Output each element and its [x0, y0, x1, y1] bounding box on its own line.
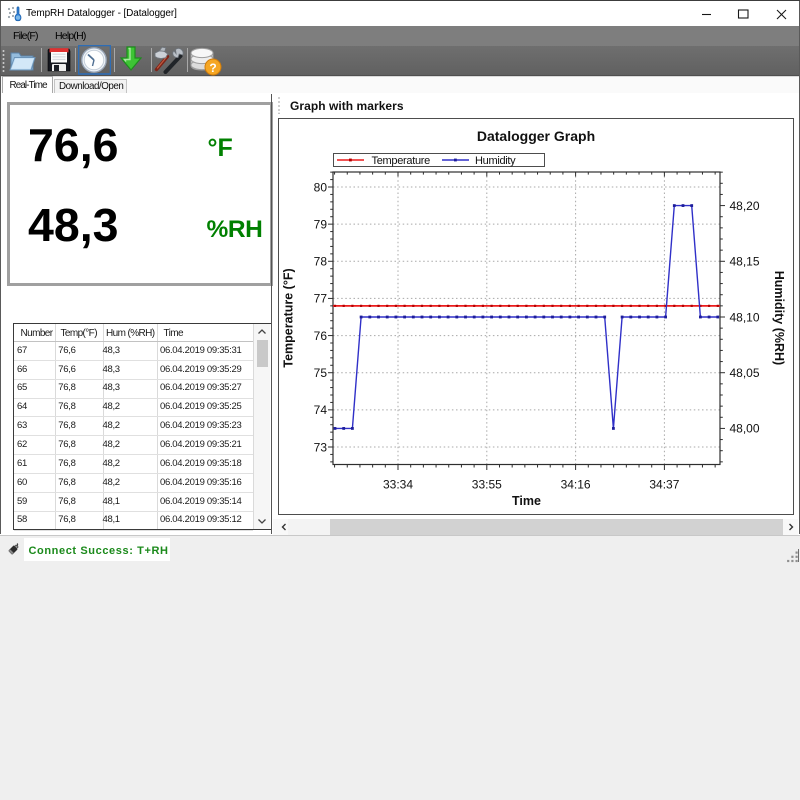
- svg-text:33:55: 33:55: [472, 478, 502, 492]
- svg-text:34:16: 34:16: [561, 478, 591, 492]
- svg-text:48,15: 48,15: [730, 255, 760, 269]
- svg-text:Temperature (°F): Temperature (°F): [282, 268, 296, 367]
- svg-text:77: 77: [314, 292, 328, 306]
- svg-text:79: 79: [314, 217, 328, 231]
- svg-text:Temperature: Temperature: [372, 155, 431, 167]
- svg-text:Humidity: Humidity: [475, 155, 516, 167]
- svg-text:78: 78: [314, 255, 328, 269]
- svg-text:80: 80: [314, 180, 328, 194]
- svg-text:Datalogger Graph: Datalogger Graph: [477, 128, 595, 144]
- svg-text:74: 74: [314, 403, 328, 417]
- svg-text:48,05: 48,05: [730, 366, 760, 380]
- svg-text:Humidity (%RH): Humidity (%RH): [772, 271, 786, 365]
- svg-text:75: 75: [314, 366, 328, 380]
- svg-text:48,10: 48,10: [730, 310, 760, 324]
- svg-text:33:34: 33:34: [383, 478, 413, 492]
- svg-text:48,20: 48,20: [730, 199, 760, 213]
- svg-text:Time: Time: [512, 494, 541, 508]
- svg-text:48,00: 48,00: [730, 422, 760, 436]
- svg-text:76: 76: [314, 329, 328, 343]
- svg-text:73: 73: [314, 440, 328, 454]
- svg-text:?: ?: [209, 61, 216, 75]
- svg-text:34:37: 34:37: [649, 478, 679, 492]
